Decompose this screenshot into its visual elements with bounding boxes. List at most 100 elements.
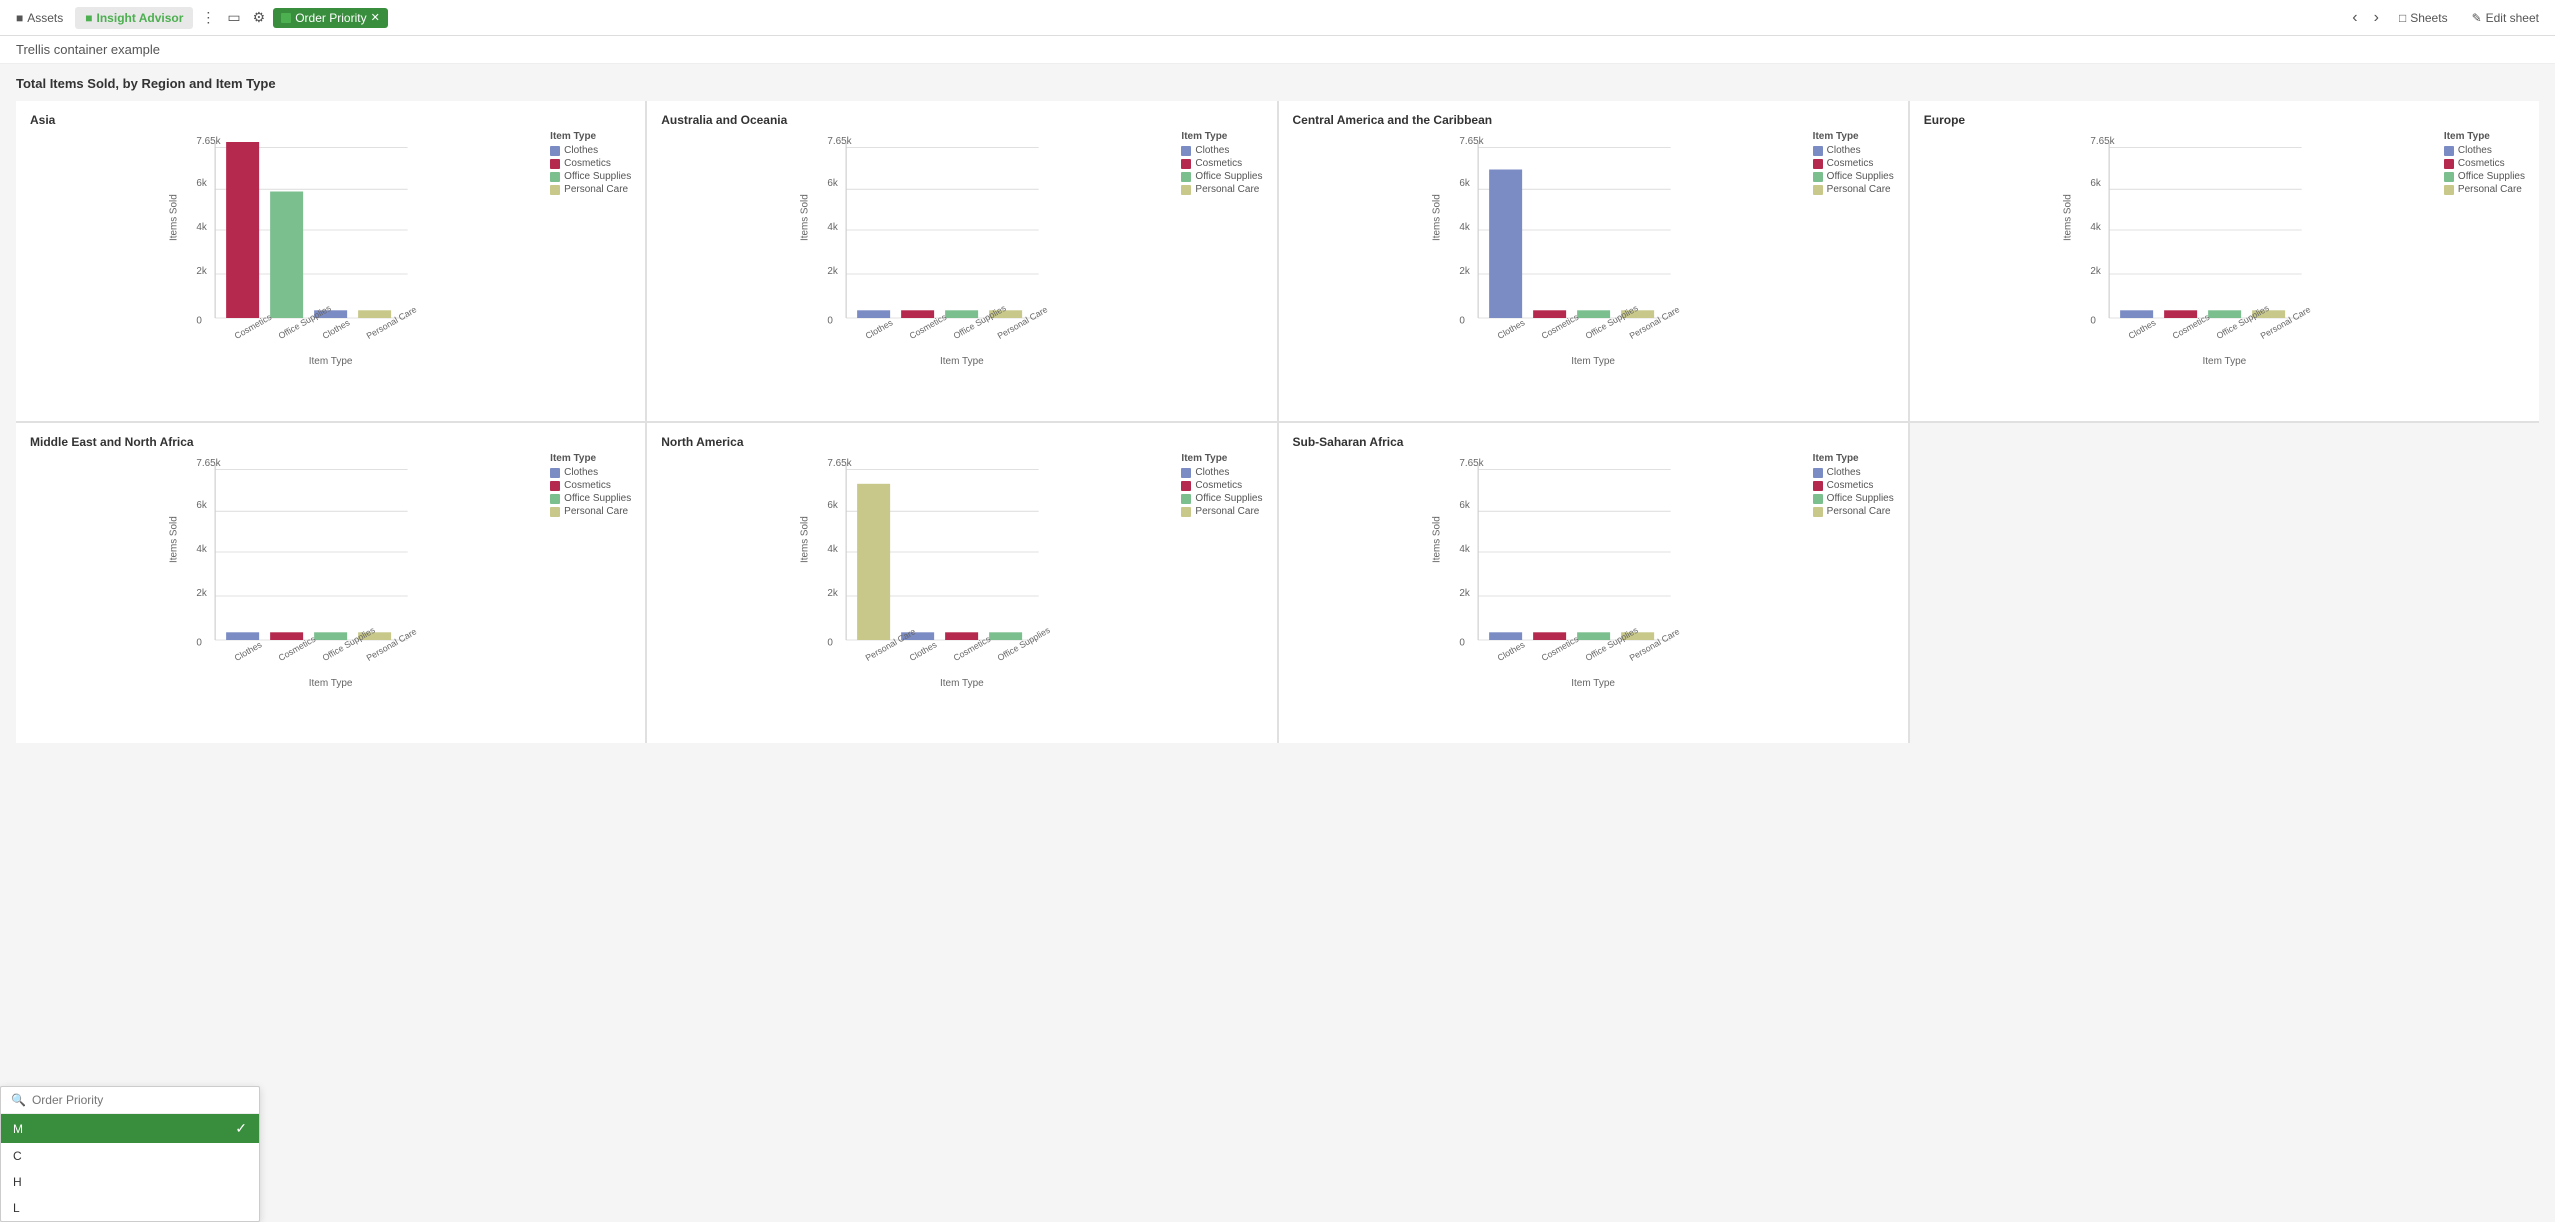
legend-australia: Item Type Clothes Cosmetics Office Suppl… <box>1181 131 1262 197</box>
dropdown-item-C[interactable]: C <box>1 1143 259 1169</box>
svg-text:Clothes: Clothes <box>908 639 939 663</box>
svg-text:Items Sold: Items Sold <box>169 194 180 241</box>
bar-chart-north-america: 7.65k 6k 4k 2k 0 Personal Car <box>661 453 1262 673</box>
sheets-icon: □ <box>2399 11 2406 25</box>
svg-text:7.65k: 7.65k <box>1459 458 1483 469</box>
order-priority-dropdown: 🔍 M ✓ C H L <box>0 1086 260 1222</box>
bar-chart-subsaharan: 7.65k 6k 4k 2k 0 Clothes Cosme <box>1293 453 1894 673</box>
grid-icon-button[interactable]: ⋮ <box>197 5 219 30</box>
page-title-bar: Trellis container example <box>0 36 2555 64</box>
edit-sheet-button[interactable]: ✎ Edit sheet <box>2464 7 2547 29</box>
chart-cell-middle-east: Middle East and North Africa 7.65k 6k 4k… <box>16 423 645 743</box>
svg-text:Clothes: Clothes <box>864 317 895 341</box>
svg-text:6k: 6k <box>828 178 839 189</box>
sheets-label: Sheets <box>2410 11 2447 25</box>
bar-chart-europe: 7.65k 6k 4k 2k 0 Clothes Cosme <box>1924 131 2525 351</box>
svg-text:2k: 2k <box>828 266 839 277</box>
order-priority-label: Order Priority <box>295 11 366 25</box>
dropdown-search-input[interactable] <box>32 1093 249 1107</box>
svg-text:Items Sold: Items Sold <box>1431 194 1442 241</box>
insight-advisor-button[interactable]: ■ Insight Advisor <box>75 7 193 29</box>
svg-text:4k: 4k <box>828 222 839 233</box>
edit-label: Edit sheet <box>2486 11 2539 25</box>
main-content: Total Items Sold, by Region and Item Typ… <box>0 64 2555 1218</box>
page-title: Trellis container example <box>16 42 160 57</box>
topbar: ■ Assets ■ Insight Advisor ⋮ ▭ ⚙ Order P… <box>0 0 2555 36</box>
svg-text:2k: 2k <box>1459 266 1470 277</box>
svg-text:4k: 4k <box>828 544 839 555</box>
dropdown-item-M[interactable]: M ✓ <box>1 1114 259 1143</box>
svg-text:4k: 4k <box>196 544 207 555</box>
dropdown-search-row: 🔍 <box>1 1087 259 1114</box>
svg-text:0: 0 <box>2090 316 2096 327</box>
bar-chart-mideast: 7.65k 6k 4k 2k 0 Clothes Cosme <box>30 453 631 673</box>
region-title-subsaharan: Sub-Saharan Africa <box>1293 435 1894 449</box>
assets-button[interactable]: ■ Assets <box>8 7 71 29</box>
dropdown-item-L[interactable]: L <box>1 1195 259 1221</box>
sheets-button[interactable]: □ Sheets <box>2391 7 2456 29</box>
svg-text:Items Sold: Items Sold <box>169 516 180 563</box>
region-title-north-america: North America <box>661 435 1262 449</box>
svg-text:Items Sold: Items Sold <box>800 194 811 241</box>
order-priority-close[interactable]: ✕ <box>371 11 380 24</box>
checkmark-icon-M: ✓ <box>235 1120 247 1137</box>
dropdown-item-label-C: C <box>13 1149 22 1163</box>
settings-icon-button[interactable]: ⚙ <box>249 5 270 30</box>
legend-asia: Item Type Clothes Cosmetics Office Suppl… <box>550 131 631 197</box>
svg-text:6k: 6k <box>1459 500 1470 511</box>
x-axis-label-central: Item Type <box>1293 356 1894 367</box>
svg-text:Clothes: Clothes <box>1495 639 1526 663</box>
search-icon: 🔍 <box>11 1093 26 1107</box>
chart-cell-europe: Europe 7.65k 6k 4k 2k 0 <box>1910 101 2539 421</box>
svg-text:Clothes: Clothes <box>1495 317 1526 341</box>
region-title-middle-east: Middle East and North Africa <box>30 435 631 449</box>
svg-text:7.65k: 7.65k <box>828 136 852 147</box>
svg-text:0: 0 <box>828 316 834 327</box>
x-axis-label-europe: Item Type <box>1924 356 2525 367</box>
bar-chart-central: 7.65k 6k 4k 2k 0 Clothes <box>1293 131 1894 351</box>
dropdown-item-H[interactable]: H <box>1 1169 259 1195</box>
svg-text:6k: 6k <box>196 500 207 511</box>
topbar-right: ‹ › □ Sheets ✎ Edit sheet <box>2348 7 2547 29</box>
x-axis-label-australia: Item Type <box>661 356 1262 367</box>
svg-text:Clothes: Clothes <box>233 639 264 663</box>
svg-text:0: 0 <box>196 316 202 327</box>
legend-north-america: Item Type Clothes Cosmetics Office Suppl… <box>1181 453 1262 519</box>
svg-text:Items Sold: Items Sold <box>2062 194 2073 241</box>
svg-text:Items Sold: Items Sold <box>1431 516 1442 563</box>
dropdown-item-label-M: M <box>13 1122 23 1136</box>
chart-cell-central-america: Central America and the Caribbean 7.65k … <box>1279 101 1908 421</box>
region-title-central-america: Central America and the Caribbean <box>1293 113 1894 127</box>
edit-icon: ✎ <box>2472 11 2482 25</box>
topbar-left: ■ Assets ■ Insight Advisor ⋮ ▭ ⚙ Order P… <box>8 5 2348 30</box>
svg-text:Items Sold: Items Sold <box>800 516 811 563</box>
chart-cell-asia: Asia 7.65k 6k 4k 2k 0 <box>16 101 645 421</box>
expand-icon-button[interactable]: ▭ <box>223 5 244 30</box>
svg-text:4k: 4k <box>1459 544 1470 555</box>
svg-text:4k: 4k <box>1459 222 1470 233</box>
dropdown-item-label-H: H <box>13 1175 22 1189</box>
svg-text:0: 0 <box>828 638 834 649</box>
legend-mideast: Item Type Clothes Cosmetics Office Suppl… <box>550 453 631 519</box>
svg-text:Office Supplies: Office Supplies <box>996 625 1053 663</box>
bar-chart-australia: 7.65k 6k 4k 2k 0 Clothes <box>661 131 1262 351</box>
svg-text:7.65k: 7.65k <box>196 136 220 147</box>
svg-text:2k: 2k <box>196 588 207 599</box>
svg-text:2k: 2k <box>2090 266 2101 277</box>
assets-label: Assets <box>27 11 63 25</box>
svg-text:Clothes: Clothes <box>321 317 352 341</box>
order-priority-tab[interactable]: Order Priority ✕ <box>273 8 388 28</box>
svg-text:2k: 2k <box>1459 588 1470 599</box>
x-axis-label-asia: Item Type <box>30 356 631 367</box>
svg-text:Personal Care: Personal Care <box>365 304 419 341</box>
svg-text:0: 0 <box>1459 638 1465 649</box>
svg-text:7.65k: 7.65k <box>2090 136 2114 147</box>
prev-arrow-button[interactable]: ‹ <box>2348 9 2361 27</box>
order-priority-color-block <box>281 13 291 23</box>
svg-text:2k: 2k <box>196 266 207 277</box>
next-arrow-button[interactable]: › <box>2370 9 2383 27</box>
svg-text:6k: 6k <box>196 178 207 189</box>
legend-central: Item Type Clothes Cosmetics Office Suppl… <box>1813 131 1894 197</box>
chart-cell-australia: Australia and Oceania 7.65k 6k 4k 2k 0 <box>647 101 1276 421</box>
svg-text:6k: 6k <box>828 500 839 511</box>
